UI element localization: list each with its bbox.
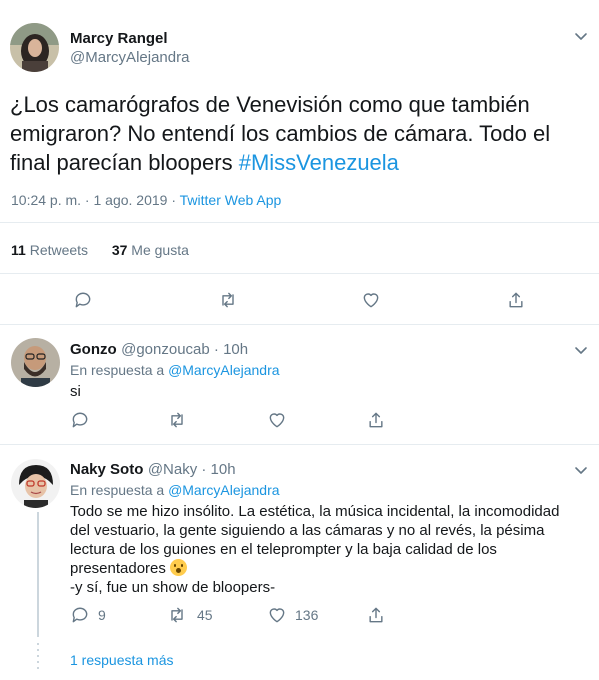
reply-context: En respuesta a @MarcyAlejandra (70, 362, 280, 378)
like-button[interactable]: 136 (267, 604, 318, 626)
author-name[interactable]: Marcy Rangel (70, 30, 168, 47)
reply-prefix: En respuesta a (70, 482, 169, 498)
share-button[interactable] (366, 409, 386, 431)
reply-button[interactable]: 9 (70, 604, 106, 626)
reply-actions (0, 409, 599, 433)
tweet-source[interactable]: Twitter Web App (180, 192, 282, 208)
author-handle[interactable]: @MarcyAlejandra (70, 49, 189, 66)
avatar-gonzo-image (11, 338, 60, 387)
reply-tweet: Gonzo @gonzoucab · 10h En respuesta a @M… (0, 325, 599, 444)
reply-tweet: Naky Soto @Naky · 10h En respuesta a @Ma… (0, 445, 599, 680)
reply-button[interactable] (73, 289, 93, 311)
retweet-button[interactable] (218, 289, 238, 311)
reply-text-tail: -y sí, fue un show de bloopers- (70, 579, 276, 596)
main-actions (0, 289, 599, 313)
like-count: 136 (295, 607, 319, 623)
heart-icon (269, 413, 285, 428)
tweet-time[interactable]: 10:24 p. m. · 1 ago. 2019 · (11, 192, 180, 208)
share-icon (369, 412, 383, 428)
likes-count: 37 (111, 242, 128, 258)
share-button[interactable] (366, 604, 386, 626)
retweet-icon (171, 412, 183, 428)
reply-text-body: Todo se me hizo insólito. La estética, l… (70, 503, 560, 577)
divider (0, 222, 599, 223)
reply-time[interactable]: · 10h (210, 341, 248, 358)
retweets-stat[interactable]: 11 Retweets (11, 242, 88, 258)
chevron-down-icon[interactable] (572, 341, 590, 359)
likes-label: Me gusta (127, 242, 189, 258)
heart-icon (269, 608, 285, 623)
avatar-gonzo[interactable] (11, 338, 60, 387)
like-button[interactable] (361, 289, 381, 311)
chevron-down-icon[interactable] (572, 27, 590, 45)
retweets-label: Retweets (25, 242, 89, 258)
reply-icon (75, 292, 91, 308)
share-icon (509, 292, 523, 308)
reply-text: si (70, 383, 81, 400)
avatar-marcy[interactable] (10, 23, 59, 72)
reply-to-link[interactable]: @MarcyAlejandra (168, 482, 279, 498)
author-name[interactable]: Gonzo (70, 341, 117, 358)
thread-line (37, 512, 39, 637)
reply-actions: 9 45 136 (0, 604, 599, 628)
reply-text: Todo se me hizo insólito. La estética, l… (70, 502, 570, 597)
main-tweet: Marcy Rangel @MarcyAlejandra ¿Los camaró… (0, 0, 599, 324)
heart-icon (363, 293, 379, 308)
retweet-icon (171, 607, 183, 623)
divider (0, 273, 599, 274)
avatar-marcy-image (10, 23, 59, 72)
retweets-count: 11 (11, 242, 26, 258)
author-name[interactable]: Naky Soto (70, 461, 143, 478)
hashtag-link[interactable]: #MissVenezuela (239, 150, 399, 175)
like-button[interactable] (267, 409, 287, 431)
likes-stat[interactable]: 37 Me gusta (112, 242, 189, 258)
chevron-down-icon[interactable] (572, 461, 590, 479)
author-handle[interactable]: @gonzoucab (121, 341, 210, 358)
retweet-count: 45 (197, 607, 213, 623)
retweet-icon (222, 292, 234, 308)
more-replies-link[interactable]: 1 respuesta más (70, 652, 174, 668)
avatar-naky[interactable] (11, 459, 60, 508)
tweet-stats: 11 Retweets 37 Me gusta (11, 242, 189, 258)
reply-header: Naky Soto @Naky · 10h (70, 461, 236, 479)
reply-count: 9 (98, 607, 106, 623)
tweet-meta: 10:24 p. m. · 1 ago. 2019 · Twitter Web … (11, 192, 281, 208)
retweet-button[interactable] (167, 409, 187, 431)
tweet-text: ¿Los camarógrafos de Venevisión como que… (10, 90, 585, 177)
share-icon (369, 607, 383, 623)
reply-button[interactable] (70, 409, 90, 431)
avatar-naky-image (11, 459, 60, 508)
author-handle[interactable]: @Naky (148, 461, 197, 478)
reply-context: En respuesta a @MarcyAlejandra (70, 482, 280, 498)
reply-time[interactable]: · 10h (197, 461, 235, 478)
thread-dots (37, 643, 39, 673)
reply-icon (72, 607, 88, 623)
reply-prefix: En respuesta a (70, 362, 169, 378)
astonished-emoji-icon (170, 559, 188, 576)
reply-icon (72, 412, 88, 428)
share-button[interactable] (506, 289, 526, 311)
retweet-button[interactable]: 45 (167, 604, 213, 626)
reply-to-link[interactable]: @MarcyAlejandra (168, 362, 279, 378)
reply-header: Gonzo @gonzoucab · 10h (70, 341, 248, 359)
